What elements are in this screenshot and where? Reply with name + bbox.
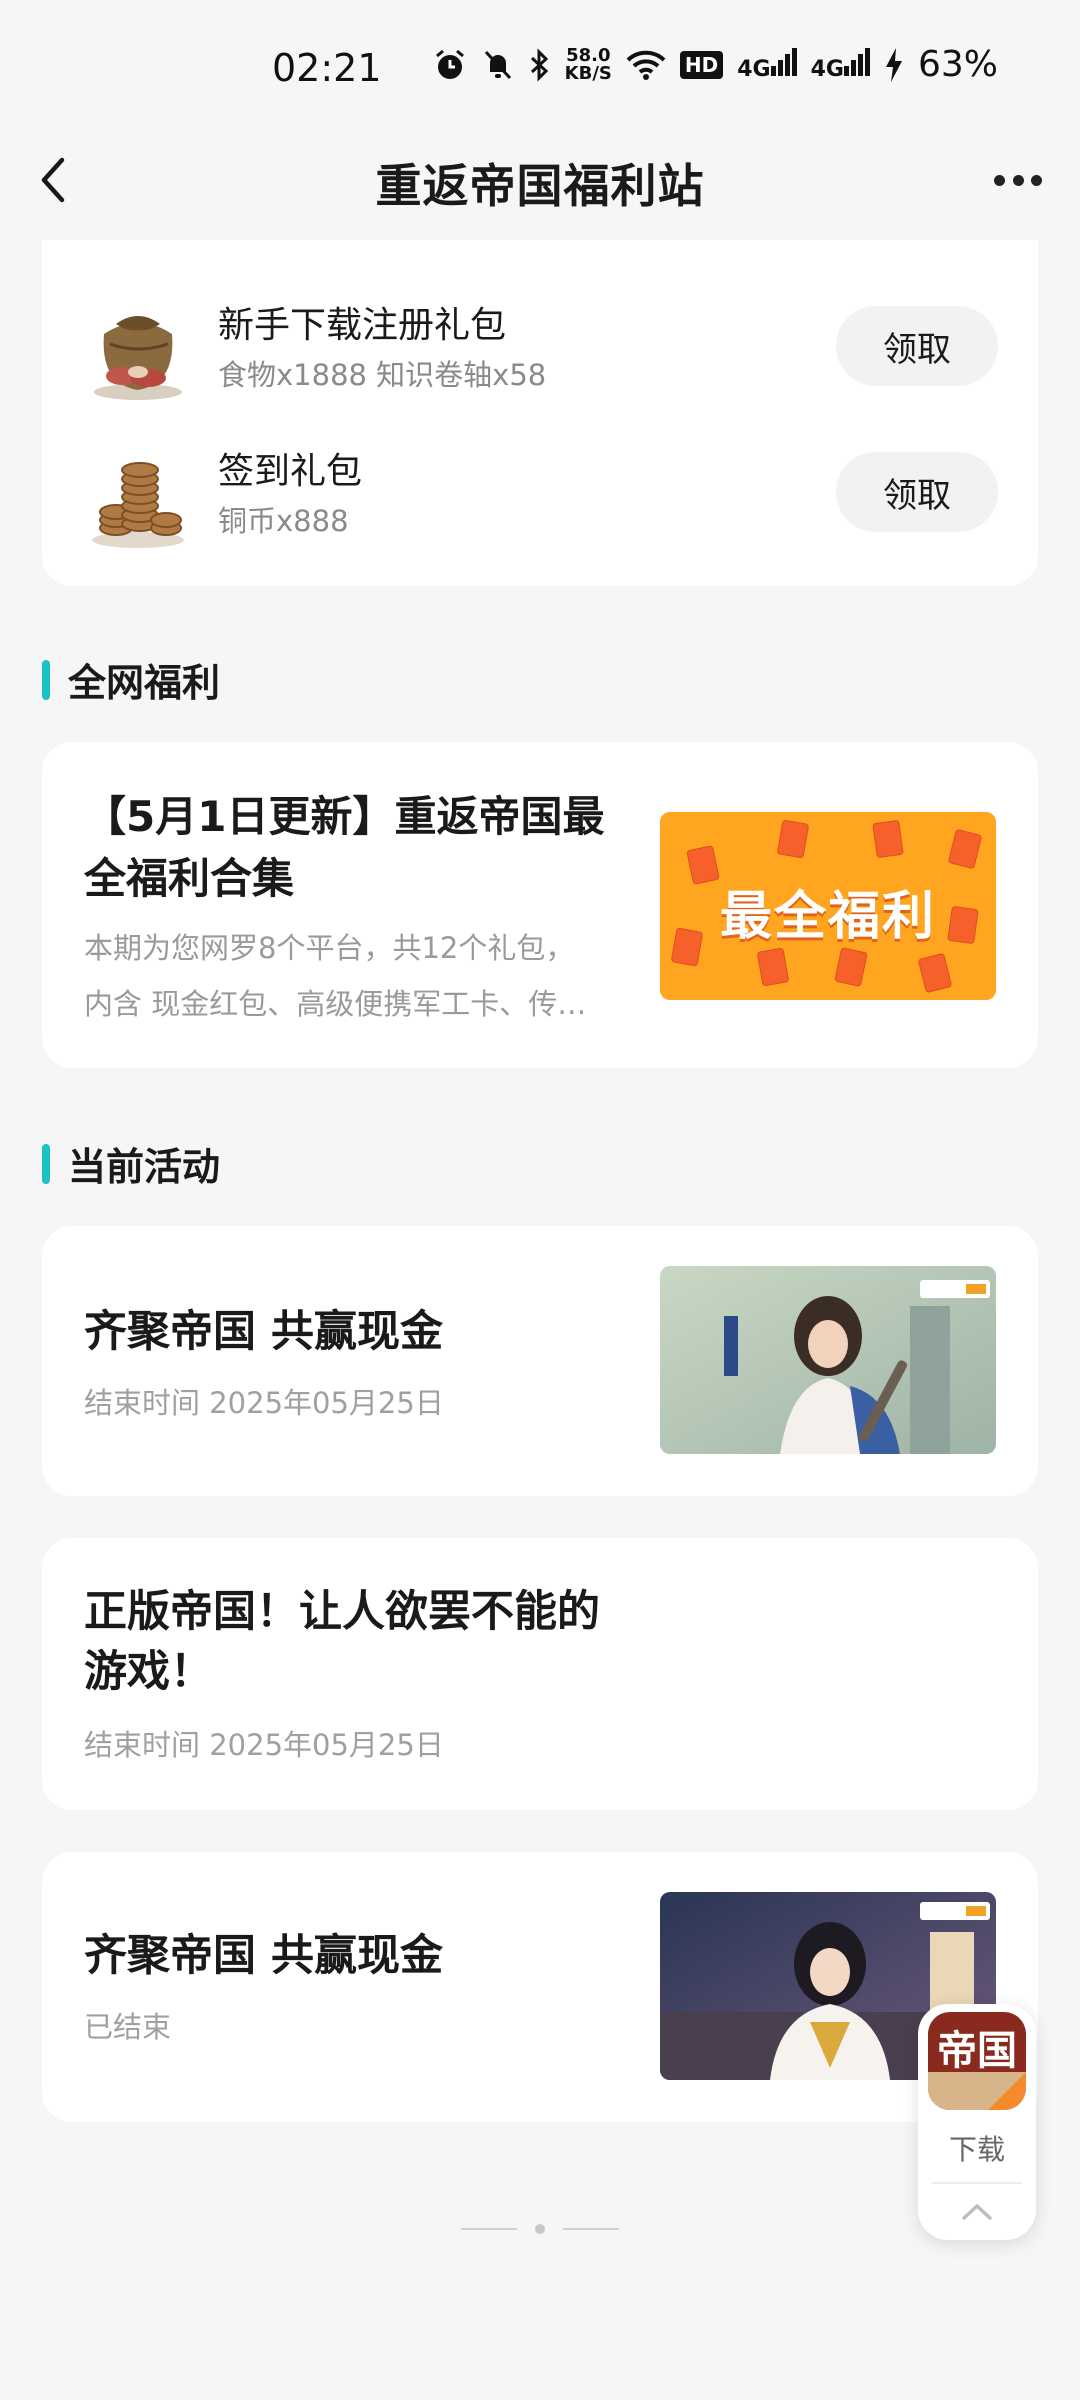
activity-end-time: 结束时间 2025年05月25日 (84, 1386, 444, 1420)
section-title: 全网福利 (68, 661, 221, 705)
activity-card[interactable]: 正版帝国！让人欲罢不能的 游戏！ 结束时间 2025年05月25日 (42, 1538, 1038, 1810)
alarm-icon (435, 49, 464, 79)
download-label[interactable]: 下载 (918, 2128, 1036, 2168)
wifi-icon (626, 50, 666, 80)
gift-card: 新手下载注册礼包 食物x1888 知识卷轴x58 领取 签到礼包 铜币x888 … (42, 240, 1038, 586)
game-logo[interactable]: 帝国 (928, 2012, 1026, 2110)
claim-button[interactable]: 领取 (836, 452, 998, 532)
thumbnail-caption: 最全福利 (719, 887, 936, 947)
welfare-article-card[interactable]: 【5月1日更新】重返帝国最 全福利合集 本期为您网罗8个平台，共12个礼包， 内… (42, 742, 1038, 1068)
activity-end-time: 结束时间 2025年05月25日 (84, 1728, 444, 1762)
more-options-icon[interactable] (994, 168, 1042, 192)
divider (932, 2182, 1022, 2184)
charging-bolt-icon (885, 47, 902, 82)
section-title: 当前活动 (68, 1145, 221, 1189)
claim-button[interactable]: 领取 (836, 306, 998, 386)
section-accent-bar (42, 1143, 50, 1184)
status-bar: 02:21 58.0 KB/S HD 4G 4G 63% (0, 0, 1080, 140)
activity-title: 正版帝国！让人欲罢不能的 游戏！ (84, 1587, 600, 1697)
food-sack-image (94, 316, 182, 400)
activity-title: 齐聚帝国 共赢现金 (84, 1931, 443, 1981)
battery-percent: 63% (917, 44, 998, 85)
activity-card[interactable]: 齐聚帝国 共赢现金 结束时间 2025年05月25日 (42, 1226, 1038, 1496)
section-accent-bar (42, 659, 50, 700)
mute-bell-icon (484, 50, 511, 79)
welfare-thumbnail: 最全福利 (660, 812, 996, 1000)
section-header-welfare: 全网福利 (42, 652, 220, 707)
activity-card[interactable]: 齐聚帝国 共赢现金 已结束 (42, 1852, 1038, 2122)
gift-title: 新手下载注册礼包 (218, 305, 507, 346)
hd-voice-badge: HD (679, 50, 724, 79)
copper-coins-image (92, 462, 184, 548)
activity-thumbnail (660, 1266, 996, 1454)
bluetooth-icon (530, 47, 548, 82)
status-time: 02:21 (272, 46, 382, 90)
floating-download-widget: 帝国 下载 (918, 2004, 1036, 2240)
signal-2: 4G (811, 46, 870, 84)
net-speed: 58.0 KB/S (564, 44, 612, 84)
gift-title: 签到礼包 (218, 451, 363, 492)
signal-1: 4G (737, 46, 797, 84)
gift-subtitle: 铜币x888 (218, 504, 349, 538)
activity-status: 已结束 (84, 2010, 172, 2044)
article-title: 【5月1日更新】重返帝国最 全福利合集 (84, 792, 605, 903)
scroll-to-top-icon[interactable] (958, 2200, 996, 2224)
article-description: 本期为您网罗8个平台，共12个礼包， 内含 现金红包、高级便携军工卡、传… (84, 931, 587, 1021)
signal-bars-icon (770, 47, 797, 76)
status-icons: 58.0 KB/S HD 4G 4G 63% (433, 44, 998, 85)
activity-title: 齐聚帝国 共赢现金 (84, 1307, 443, 1357)
gift-subtitle: 食物x1888 知识卷轴x58 (218, 358, 547, 392)
svg-text:帝国: 帝国 (937, 2028, 1017, 2074)
page-title: 重返帝国福利站 (375, 159, 705, 213)
section-header-activities: 当前活动 (42, 1136, 220, 1191)
signal-bars-icon (843, 47, 870, 76)
scroll-indicator (0, 2224, 1080, 2234)
game-character-image (660, 1266, 996, 1454)
